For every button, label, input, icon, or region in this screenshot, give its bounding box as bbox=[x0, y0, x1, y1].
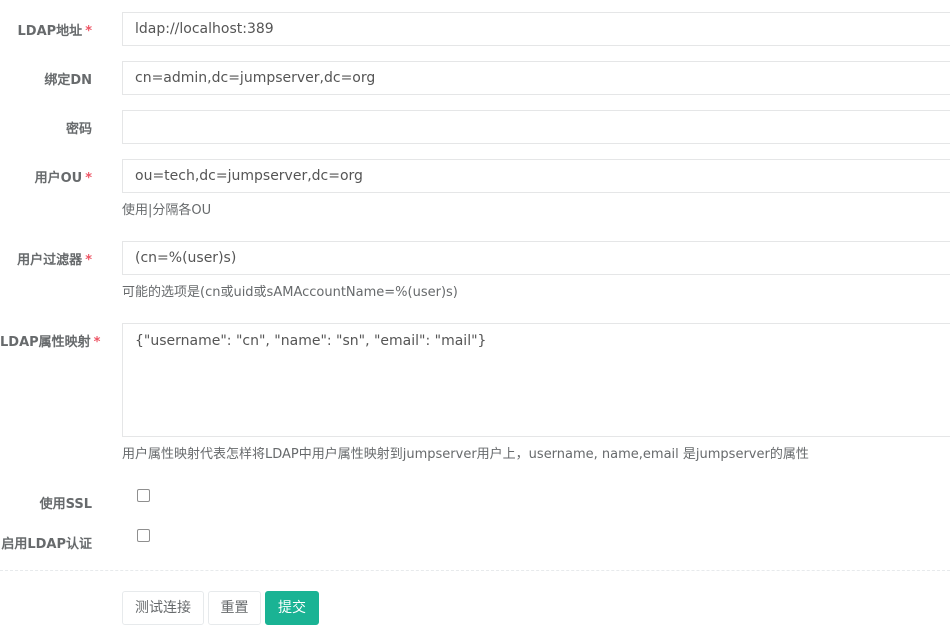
required-mark: * bbox=[85, 171, 92, 186]
attr-map-help: 用户属性映射代表怎样将LDAP中用户属性映射到jumpserver用户上，use… bbox=[122, 447, 809, 462]
required-mark: * bbox=[93, 335, 101, 350]
user-ou-input[interactable]: ou=tech,dc=jumpserver,dc=org bbox=[122, 159, 950, 193]
user-filter-input[interactable]: (cn=%(user)s) bbox=[122, 241, 950, 275]
user-ou-label: 用户OU * bbox=[34, 171, 92, 186]
password-label: 密码 bbox=[65, 122, 92, 137]
attr-map-label: LDAP属性映射 * bbox=[0, 335, 101, 350]
ldap-url-input[interactable]: ldap://localhost:389 bbox=[122, 12, 950, 46]
enable-ldap-checkbox[interactable] bbox=[137, 529, 150, 542]
enable-ldap-label: 启用LDAP认证 bbox=[1, 537, 92, 552]
attr-map-textarea[interactable]: {"username": "cn", "name": "sn", "email"… bbox=[122, 323, 950, 437]
user-filter-label: 用户过滤器 * bbox=[17, 253, 92, 268]
test-connection-button[interactable]: 测试连接 bbox=[122, 591, 204, 625]
bind-dn-label: 绑定DN bbox=[44, 73, 92, 88]
bind-dn-input[interactable]: cn=admin,dc=jumpserver,dc=org bbox=[122, 61, 950, 95]
password-input[interactable] bbox=[122, 110, 950, 144]
submit-button[interactable]: 提交 bbox=[265, 591, 319, 625]
form-divider bbox=[0, 570, 950, 571]
use-ssl-label: 使用SSL bbox=[39, 497, 92, 512]
ldap-url-label: LDAP地址 * bbox=[17, 24, 92, 39]
use-ssl-checkbox[interactable] bbox=[137, 489, 150, 502]
user-filter-help: 可能的选项是(cn或uid或sAMAccountName=%(user)s) bbox=[122, 285, 458, 300]
required-mark: * bbox=[85, 24, 92, 39]
user-ou-help: 使用|分隔各OU bbox=[122, 203, 212, 218]
required-mark: * bbox=[85, 253, 92, 268]
reset-button[interactable]: 重置 bbox=[208, 591, 261, 625]
